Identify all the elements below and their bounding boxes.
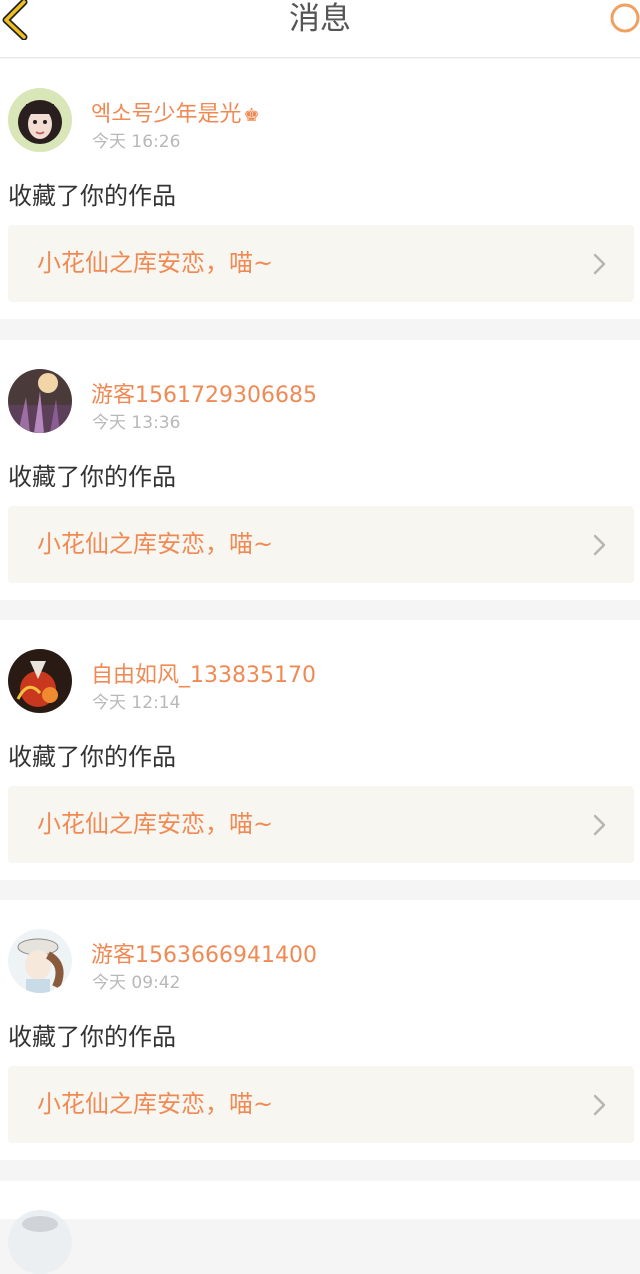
timestamp: 今天 09:42 [92,973,181,993]
action-text: 收藏了你的作品 [8,1023,176,1051]
action-text: 收藏了你的作品 [8,182,176,210]
avatar[interactable] [8,88,72,152]
crown-icon: ♚ [243,105,260,126]
action-text: 收藏了你的作品 [8,463,176,491]
username[interactable]: 自由如风_133835170 [91,657,316,689]
work-title: 小花仙之库安恋，喵~ [37,249,274,277]
page-title: 消息 [289,1,351,37]
chevron-right-icon [593,1094,606,1116]
notification-item: 游客1561729306685 今天 13:36 收藏了你的作品 小花仙之库安恋… [0,340,640,600]
avatar[interactable] [8,369,72,433]
timestamp: 今天 16:26 [92,132,181,152]
work-link[interactable]: 小花仙之库安恋，喵~ [8,1066,634,1143]
search-button[interactable] [600,0,640,40]
work-link[interactable]: 小花仙之库安恋，喵~ [8,786,634,863]
work-title: 小花仙之库安恋，喵~ [37,530,274,558]
chevron-right-icon [593,814,606,836]
work-link[interactable]: 小花仙之库安恋，喵~ [8,225,634,302]
avatar[interactable] [8,649,72,713]
work-title: 小花仙之库安恋，喵~ [37,810,274,838]
avatar[interactable] [8,1210,72,1274]
notification-item: 自由如风_133835170 今天 12:14 收藏了你的作品 小花仙之库安恋，… [0,620,640,880]
search-icon [610,3,640,33]
username[interactable]: 游客1563666941400 [91,937,317,969]
notification-item-partial [0,1181,640,1274]
username[interactable]: 엑소号少年是光 ♚ [91,96,260,128]
work-title: 小花仙之库安恋，喵~ [37,1090,274,1118]
timestamp: 今天 13:36 [92,413,181,433]
avatar[interactable] [8,929,72,993]
top-bar: 消息 [0,0,640,58]
chevron-right-icon [593,534,606,556]
username[interactable]: 游客1561729306685 [91,377,317,409]
timestamp: 今天 12:14 [92,693,181,713]
work-link[interactable]: 小花仙之库安恋，喵~ [8,506,634,583]
notification-item: 엑소号少年是光 ♚ 今天 16:26 收藏了你的作品 小花仙之库安恋，喵~ [0,59,640,319]
action-text: 收藏了你的作品 [8,743,176,771]
chevron-right-icon [593,253,606,275]
notification-item: 游客1563666941400 今天 09:42 收藏了你的作品 小花仙之库安恋… [0,900,640,1160]
